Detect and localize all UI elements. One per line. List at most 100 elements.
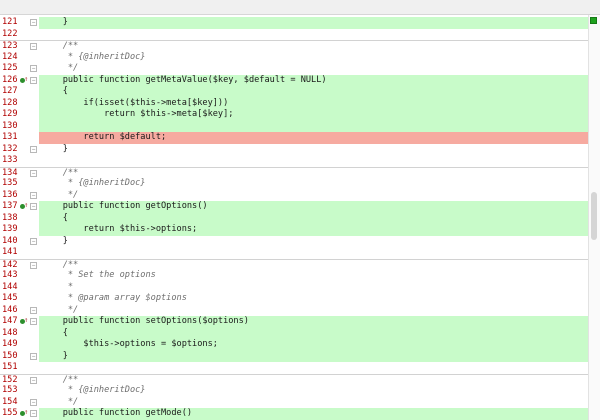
- code-comment: */: [42, 396, 79, 407]
- code-line[interactable]: 124 * {@inheritDoc}: [0, 51, 588, 64]
- line-number[interactable]: 128: [2, 98, 20, 110]
- code-line[interactable]: 145 * @param array $options: [0, 293, 588, 305]
- code-line[interactable]: 128 if(isset($this->meta[$key])): [0, 97, 588, 110]
- code-line[interactable]: 138 {: [0, 212, 588, 225]
- code-line[interactable]: 129 return $this->meta[$key];: [0, 109, 588, 121]
- code-text: return $this->meta[$key];: [42, 109, 234, 119]
- code-text: }: [42, 143, 68, 154]
- line-number[interactable]: 150: [2, 351, 20, 363]
- code-line[interactable]: 131 return $default;: [0, 132, 588, 144]
- implements-method-icon[interactable]: ↑: [20, 74, 29, 85]
- code-line[interactable]: 151: [0, 362, 588, 374]
- line-number[interactable]: 121: [2, 17, 20, 29]
- code-line[interactable]: 154 − */: [0, 396, 588, 409]
- line-number[interactable]: 135: [2, 178, 20, 190]
- line-number[interactable]: 141: [2, 247, 20, 259]
- code-text: if(isset($this->meta[$key])): [42, 97, 229, 108]
- editor-tab-bar: [0, 0, 600, 15]
- code-line[interactable]: 142− /**: [0, 258, 588, 270]
- code-line[interactable]: 136 − */: [0, 189, 588, 202]
- line-number[interactable]: 137: [2, 201, 20, 213]
- fold-end-icon[interactable]: −: [30, 306, 37, 314]
- code-text: public function getMode(): [42, 408, 193, 418]
- inspection-status-icon[interactable]: [590, 17, 597, 24]
- fold-end-icon[interactable]: −: [30, 65, 37, 72]
- diff-highlight: [39, 327, 588, 339]
- fold-end-icon[interactable]: −: [30, 145, 37, 153]
- line-number[interactable]: 151: [2, 362, 20, 374]
- line-number[interactable]: 148: [2, 328, 20, 340]
- line-number[interactable]: 139: [2, 224, 20, 236]
- fold-end-icon[interactable]: −: [30, 191, 37, 199]
- code-line[interactable]: 134− /**: [0, 166, 588, 178]
- implements-method-icon[interactable]: ↑: [20, 409, 28, 418]
- line-number[interactable]: 127: [2, 86, 20, 98]
- line-number[interactable]: 132: [2, 144, 20, 156]
- code-line[interactable]: 132 − }: [0, 143, 588, 156]
- line-number[interactable]: 155: [2, 408, 20, 420]
- diff-highlight: [39, 282, 588, 294]
- code-line[interactable]: 133: [0, 155, 588, 167]
- code-editor[interactable]: 121 − } 122 123− /** 124 * {@inheritDoc} 125 −…: [0, 15, 600, 420]
- fold-end-icon[interactable]: −: [30, 352, 37, 360]
- fold-start-icon[interactable]: −: [30, 318, 37, 325]
- fold-end-icon[interactable]: −: [30, 19, 37, 26]
- implements-method-icon[interactable]: ↑: [20, 317, 28, 326]
- line-number[interactable]: 144: [2, 282, 20, 294]
- code-line[interactable]: 126 ↑ − public function getMetaValue($key,…: [0, 74, 588, 87]
- line-number[interactable]: 146: [2, 305, 20, 317]
- code-line[interactable]: 125 − */: [0, 63, 588, 75]
- code-line[interactable]: 143 * Set the options: [0, 270, 588, 282]
- fold-start-icon[interactable]: −: [30, 410, 37, 417]
- up-arrow-icon: ↑: [24, 74, 29, 83]
- line-number[interactable]: 131: [2, 132, 20, 144]
- line-number[interactable]: 147: [2, 316, 20, 328]
- line-number[interactable]: 133: [2, 155, 20, 167]
- fold-end-icon[interactable]: −: [30, 398, 37, 406]
- line-number[interactable]: 126: [2, 75, 20, 87]
- fold-start-icon[interactable]: −: [30, 376, 37, 384]
- code-line[interactable]: 153 * {@inheritDoc}: [0, 385, 588, 397]
- line-number[interactable]: 154: [2, 397, 20, 409]
- line-number[interactable]: 122: [2, 29, 20, 41]
- line-number[interactable]: 125: [2, 63, 20, 75]
- code-line[interactable]: 135 * {@inheritDoc}: [0, 178, 588, 190]
- code-line[interactable]: 139 return $this->options;: [0, 224, 588, 236]
- line-number[interactable]: 145: [2, 293, 20, 305]
- code-line[interactable]: 146 − */: [0, 304, 588, 317]
- implements-method-icon[interactable]: ↑: [20, 202, 28, 211]
- line-number[interactable]: 124: [2, 52, 20, 64]
- line-number[interactable]: 136: [2, 190, 20, 202]
- code-line[interactable]: 147 ↑ − public function setOptions($option…: [0, 316, 588, 328]
- code-line[interactable]: 150 − }: [0, 350, 588, 363]
- code-line[interactable]: 144 *: [0, 281, 588, 294]
- code-comment: */: [42, 63, 79, 73]
- line-number[interactable]: 129: [2, 109, 20, 121]
- line-number[interactable]: 130: [2, 121, 20, 133]
- code-line[interactable]: 149 $this->options = $options;: [0, 339, 588, 351]
- code-line[interactable]: 148 {: [0, 327, 588, 340]
- code-line[interactable]: 130: [0, 120, 588, 133]
- fold-start-icon[interactable]: −: [30, 169, 37, 177]
- code-line[interactable]: 155 ↑ − public function getMode(): [0, 408, 588, 420]
- code-line[interactable]: 140 − }: [0, 235, 588, 248]
- code-line[interactable]: 152− /**: [0, 373, 588, 385]
- code-line[interactable]: 127 {: [0, 86, 588, 98]
- code-line[interactable]: 122: [0, 28, 588, 41]
- code-line[interactable]: 123− /**: [0, 40, 588, 52]
- line-number[interactable]: 140: [2, 236, 20, 248]
- scrollbar-thumb[interactable]: [591, 192, 597, 240]
- code-line[interactable]: 141: [0, 247, 588, 259]
- line-number[interactable]: 153: [2, 385, 20, 397]
- fold-start-icon[interactable]: −: [30, 261, 37, 269]
- code-text: }: [42, 235, 68, 246]
- fold-start-icon[interactable]: −: [30, 203, 37, 210]
- code-line[interactable]: 137 ↑ − public function getOptions(): [0, 201, 588, 213]
- fold-end-icon[interactable]: −: [30, 237, 37, 245]
- code-line[interactable]: 121 − }: [0, 17, 588, 29]
- fold-start-icon[interactable]: −: [30, 76, 37, 84]
- line-number[interactable]: 149: [2, 339, 20, 351]
- line-number[interactable]: 138: [2, 213, 20, 225]
- line-number[interactable]: 143: [2, 270, 20, 282]
- fold-start-icon[interactable]: −: [30, 43, 37, 50]
